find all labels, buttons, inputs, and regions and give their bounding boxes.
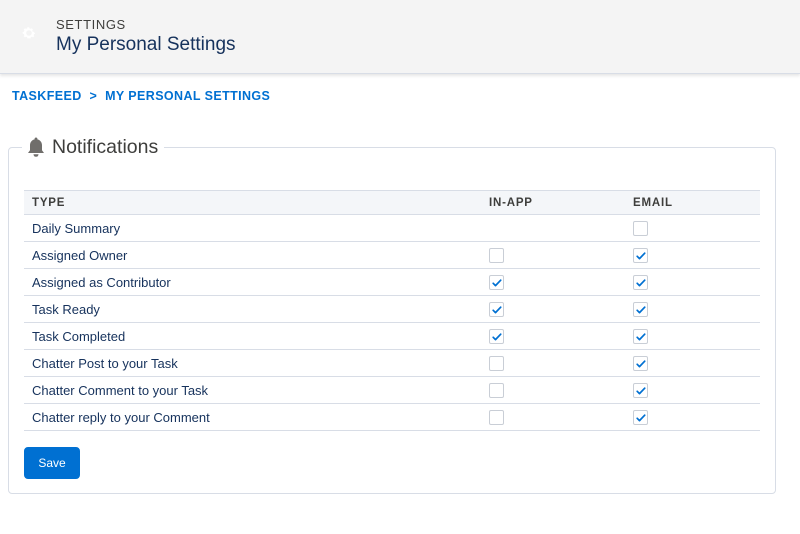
in-app-cell bbox=[481, 295, 625, 323]
email-cell bbox=[625, 268, 760, 296]
in-app-cell bbox=[481, 214, 625, 242]
column-header-email: EMAIL bbox=[625, 190, 760, 215]
in-app-checkbox[interactable] bbox=[489, 329, 504, 345]
column-header-in-app: IN-APP bbox=[481, 190, 625, 215]
page-title: My Personal Settings bbox=[56, 34, 236, 55]
email-cell bbox=[625, 349, 760, 377]
notifications-legend: Notifications bbox=[22, 133, 165, 161]
save-button[interactable]: Save bbox=[24, 447, 80, 479]
email-cell bbox=[625, 241, 760, 269]
notification-type-label: Chatter Comment to your Task bbox=[24, 376, 481, 404]
in-app-checkbox[interactable] bbox=[489, 410, 504, 426]
in-app-cell bbox=[481, 322, 625, 350]
notification-type-label: Daily Summary bbox=[24, 214, 481, 242]
notifications-table: TYPE IN-APP EMAIL Daily Summary Assigned … bbox=[24, 190, 760, 431]
email-checkbox[interactable] bbox=[633, 248, 648, 264]
breadcrumb: TASKFEED > MY PERSONAL SETTINGS bbox=[12, 89, 270, 103]
page-header: SETTINGS My Personal Settings bbox=[0, 0, 800, 74]
notification-type-label: Assigned Owner bbox=[24, 241, 481, 269]
in-app-cell bbox=[481, 241, 625, 269]
table-header-row: TYPE IN-APP EMAIL bbox=[24, 190, 760, 215]
page-kicker: SETTINGS bbox=[56, 17, 126, 32]
notification-type-label: Assigned as Contributor bbox=[24, 268, 481, 296]
email-cell bbox=[625, 376, 760, 404]
in-app-checkbox[interactable] bbox=[489, 383, 504, 399]
breadcrumb-my-personal-settings[interactable]: MY PERSONAL SETTINGS bbox=[105, 89, 270, 103]
table-row: Task Ready bbox=[24, 295, 760, 323]
column-header-type: TYPE bbox=[24, 190, 481, 215]
email-cell bbox=[625, 322, 760, 350]
notification-type-label: Task Ready bbox=[24, 295, 481, 323]
breadcrumb-taskfeed[interactable]: TASKFEED bbox=[12, 89, 82, 103]
email-checkbox[interactable] bbox=[633, 275, 648, 291]
in-app-cell bbox=[481, 403, 625, 431]
bell-icon bbox=[28, 137, 44, 157]
in-app-cell bbox=[481, 349, 625, 377]
table-row: Chatter Comment to your Task bbox=[24, 376, 760, 404]
table-row: Assigned Owner bbox=[24, 241, 760, 269]
table-row: Task Completed bbox=[24, 322, 760, 350]
in-app-cell bbox=[481, 376, 625, 404]
email-cell bbox=[625, 295, 760, 323]
in-app-checkbox[interactable] bbox=[489, 356, 504, 372]
table-row: Daily Summary bbox=[24, 214, 760, 242]
email-cell bbox=[625, 403, 760, 431]
notification-type-label: Chatter reply to your Comment bbox=[24, 403, 481, 431]
breadcrumb-separator: > bbox=[89, 89, 98, 103]
notification-type-label: Task Completed bbox=[24, 322, 481, 350]
in-app-cell bbox=[481, 268, 625, 296]
gear-icon bbox=[22, 27, 36, 39]
email-cell bbox=[625, 214, 760, 242]
table-row: Chatter Post to your Task bbox=[24, 349, 760, 377]
table-row: Assigned as Contributor bbox=[24, 268, 760, 296]
table-row: Chatter reply to your Comment bbox=[24, 403, 760, 431]
notifications-title: Notifications bbox=[52, 135, 159, 158]
email-checkbox[interactable] bbox=[633, 221, 648, 237]
in-app-checkbox[interactable] bbox=[489, 302, 504, 318]
notification-type-label: Chatter Post to your Task bbox=[24, 349, 481, 377]
email-checkbox[interactable] bbox=[633, 329, 648, 345]
email-checkbox[interactable] bbox=[633, 302, 648, 318]
in-app-checkbox[interactable] bbox=[489, 248, 504, 264]
email-checkbox[interactable] bbox=[633, 410, 648, 426]
email-checkbox[interactable] bbox=[633, 356, 648, 372]
in-app-checkbox[interactable] bbox=[489, 275, 504, 291]
email-checkbox[interactable] bbox=[633, 383, 648, 399]
